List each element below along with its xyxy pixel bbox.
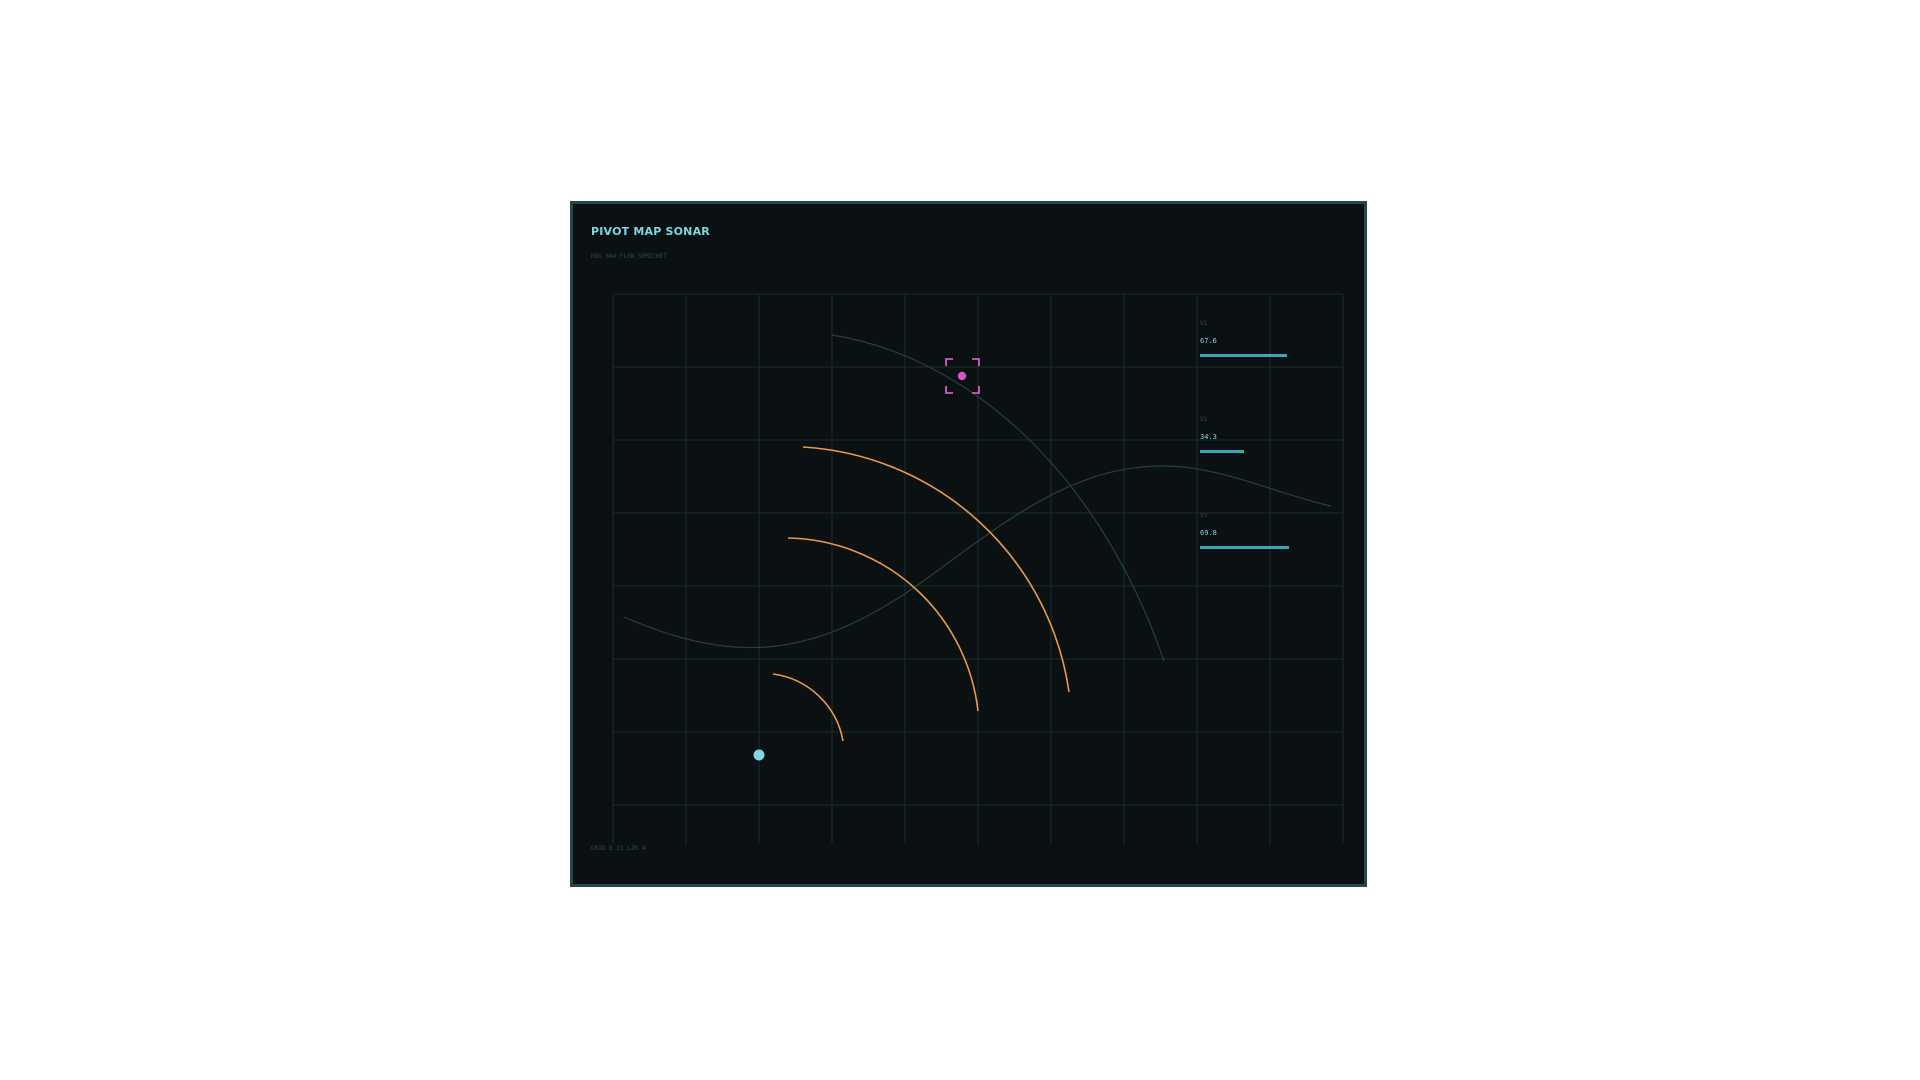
metric-value: 67.6 <box>1200 337 1217 345</box>
page-title: PIVOT MAP SONAR <box>591 225 710 238</box>
sonar-panel: PIVOT MAP SONAR HDG 084 FLOW SEMICHET V1… <box>570 201 1367 887</box>
metric-value: 34.3 <box>1200 433 1217 441</box>
metric-bar <box>1200 546 1289 549</box>
target-reticle-icon[interactable] <box>945 358 980 394</box>
sonar-field <box>612 293 1344 844</box>
page-subtitle: HDG 084 FLOW SEMICHET <box>591 253 667 260</box>
grid <box>612 293 1344 844</box>
metric-label: V2 <box>1200 416 1208 423</box>
contour-curve-1 <box>831 334 1165 662</box>
metric-label: V1 <box>1200 320 1208 327</box>
player-dot-icon[interactable] <box>753 749 765 761</box>
sonar-ring-2 <box>787 537 979 712</box>
sonar-ring-3 <box>802 446 1070 693</box>
status-footer: GRID 8.23 LZR 4 <box>591 845 646 852</box>
metric-bar <box>1200 354 1287 357</box>
metric-bar <box>1200 450 1244 453</box>
metric-value: 69.8 <box>1200 529 1217 537</box>
metric-label: V3 <box>1200 512 1208 519</box>
